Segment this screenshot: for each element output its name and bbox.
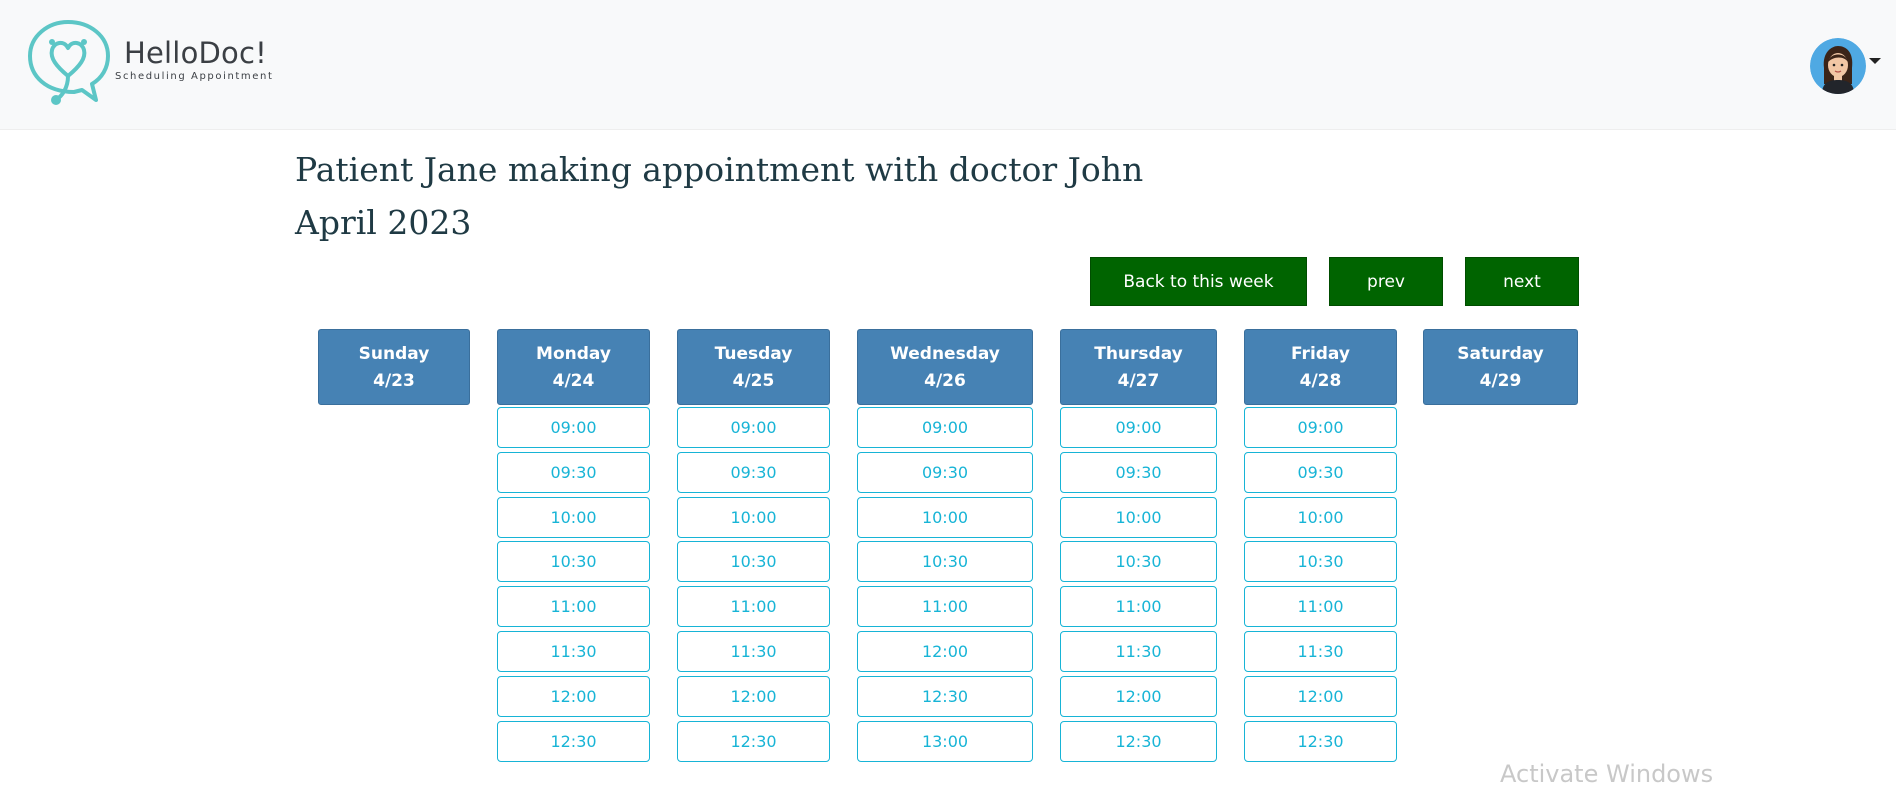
- page-title: Patient Jane making appointment with doc…: [295, 150, 1144, 189]
- time-slot-button[interactable]: 09:30: [497, 452, 650, 493]
- day-header-friday: Friday 4/28: [1244, 329, 1397, 405]
- user-menu-caret-icon[interactable]: [1869, 58, 1881, 64]
- time-slot-button[interactable]: 12:30: [1244, 721, 1397, 762]
- day-date: 4/26: [924, 371, 966, 391]
- time-slot-button[interactable]: 11:00: [1244, 586, 1397, 627]
- day-date: 4/25: [732, 371, 775, 391]
- time-slot-button[interactable]: 12:00: [497, 676, 650, 717]
- time-slot-button[interactable]: 12:00: [857, 631, 1033, 672]
- time-slot-button[interactable]: 09:30: [857, 452, 1033, 493]
- user-avatar[interactable]: [1810, 38, 1866, 94]
- time-slot-button[interactable]: 09:00: [1060, 407, 1217, 448]
- time-slot-button[interactable]: 12:00: [677, 676, 830, 717]
- next-week-button[interactable]: next: [1465, 257, 1579, 306]
- time-slot-button[interactable]: 10:00: [677, 497, 830, 538]
- day-date: 4/28: [1299, 371, 1342, 391]
- day-date: 4/23: [373, 371, 415, 391]
- time-slot-button[interactable]: 10:00: [857, 497, 1033, 538]
- time-slot-button[interactable]: 11:00: [1060, 586, 1217, 627]
- day-date: 4/29: [1479, 371, 1522, 391]
- time-slot-button[interactable]: 09:30: [677, 452, 830, 493]
- time-slot-button[interactable]: 11:30: [677, 631, 830, 672]
- day-name: Tuesday: [714, 344, 793, 364]
- day-name: Monday: [536, 344, 611, 364]
- time-slot-button[interactable]: 11:30: [497, 631, 650, 672]
- time-slot-button[interactable]: 09:00: [1244, 407, 1397, 448]
- time-slot-button[interactable]: 12:00: [1060, 676, 1217, 717]
- day-name: Friday: [1291, 344, 1350, 364]
- time-slot-button[interactable]: 11:30: [1244, 631, 1397, 672]
- day-name: Thursday: [1094, 344, 1183, 364]
- time-slot-button[interactable]: 10:30: [497, 541, 650, 582]
- time-slot-button[interactable]: 10:30: [1244, 541, 1397, 582]
- hellodoc-logo-icon[interactable]: [26, 18, 122, 108]
- time-slot-button[interactable]: 09:30: [1244, 452, 1397, 493]
- time-slot-button[interactable]: 12:30: [857, 676, 1033, 717]
- time-slot-button[interactable]: 11:00: [857, 586, 1033, 627]
- day-header-sunday: Sunday 4/23: [318, 329, 470, 405]
- time-slot-button[interactable]: 09:30: [1060, 452, 1217, 493]
- top-navbar: HelloDoc! Scheduling Appointment: [0, 0, 1896, 130]
- time-slot-button[interactable]: 10:00: [1244, 497, 1397, 538]
- time-slot-button[interactable]: 10:30: [1060, 541, 1217, 582]
- time-slot-button[interactable]: 09:00: [497, 407, 650, 448]
- day-date: 4/24: [552, 371, 595, 391]
- time-slot-button[interactable]: 12:30: [677, 721, 830, 762]
- day-name: Wednesday: [890, 344, 1000, 364]
- time-slot-button[interactable]: 10:00: [1060, 497, 1217, 538]
- time-slot-button[interactable]: 10:00: [497, 497, 650, 538]
- brand-tagline: Scheduling Appointment: [115, 71, 274, 82]
- brand-name[interactable]: HelloDoc!: [124, 36, 267, 70]
- month-label: April 2023: [295, 203, 472, 242]
- time-slot-button[interactable]: 11:00: [677, 586, 830, 627]
- prev-week-button[interactable]: prev: [1329, 257, 1443, 306]
- time-slot-button[interactable]: 12:30: [497, 721, 650, 762]
- time-slot-button[interactable]: 11:30: [1060, 631, 1217, 672]
- day-name: Sunday: [358, 344, 430, 364]
- day-header-tuesday: Tuesday 4/25: [677, 329, 830, 405]
- time-slot-button[interactable]: 12:00: [1244, 676, 1397, 717]
- day-header-saturday: Saturday 4/29: [1423, 329, 1578, 405]
- windows-activation-watermark: Activate Windows: [1500, 760, 1714, 788]
- day-header-monday: Monday 4/24: [497, 329, 650, 405]
- time-slot-button[interactable]: 10:30: [677, 541, 830, 582]
- day-header-wednesday: Wednesday 4/26: [857, 329, 1033, 405]
- time-slot-button[interactable]: 09:00: [857, 407, 1033, 448]
- user-avatar-icon: [1810, 38, 1866, 94]
- day-name: Saturday: [1457, 344, 1544, 364]
- back-to-this-week-button[interactable]: Back to this week: [1090, 257, 1307, 306]
- day-header-thursday: Thursday 4/27: [1060, 329, 1217, 405]
- time-slot-button[interactable]: 12:30: [1060, 721, 1217, 762]
- time-slot-button[interactable]: 13:00: [857, 721, 1033, 762]
- time-slot-button[interactable]: 10:30: [857, 541, 1033, 582]
- time-slot-button[interactable]: 09:00: [677, 407, 830, 448]
- day-date: 4/27: [1117, 371, 1160, 391]
- time-slot-button[interactable]: 11:00: [497, 586, 650, 627]
